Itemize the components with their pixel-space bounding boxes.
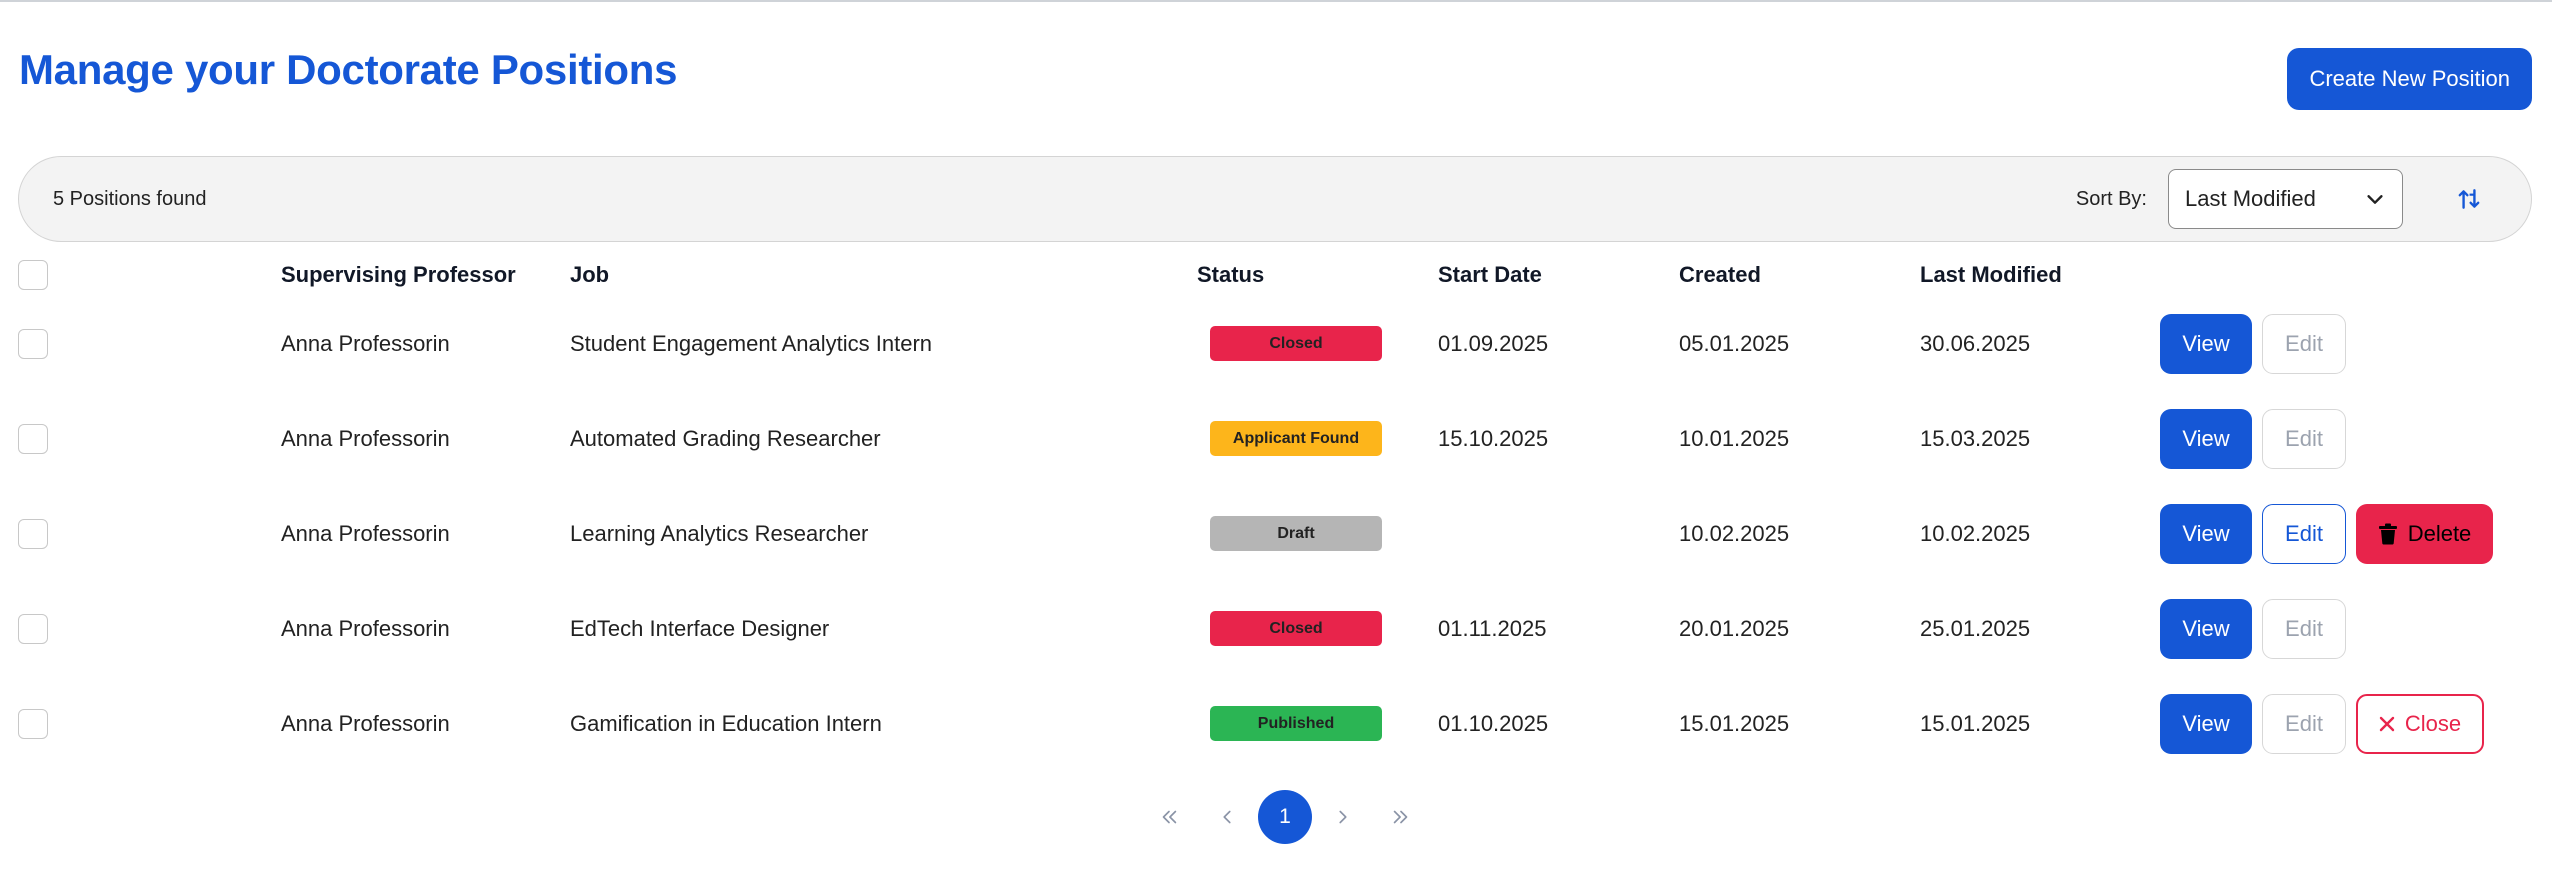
column-header-last-modified[interactable]: Last Modified (1920, 254, 2160, 296)
created-cell: 15.01.2025 (1679, 710, 1790, 736)
status-badge: Applicant Found (1210, 421, 1382, 456)
view-button[interactable]: View (2160, 598, 2252, 659)
column-header-professor[interactable]: Supervising Professor (281, 254, 570, 296)
sort-direction-icon[interactable] (2453, 183, 2485, 215)
view-button[interactable]: View (2160, 313, 2252, 374)
pagination: 1 (1140, 790, 1430, 844)
page-number-button[interactable]: 1 (1258, 790, 1312, 844)
row-checkbox[interactable] (18, 423, 48, 454)
job-cell: Student Engagement Analytics Intern (570, 330, 933, 356)
create-new-position-button[interactable]: Create New Position (2287, 48, 2532, 110)
delete-label: Delete (2407, 520, 2472, 546)
first-page-icon[interactable] (1140, 790, 1198, 844)
last-modified-cell: 10.02.2025 (1920, 520, 2031, 546)
created-cell: 10.01.2025 (1679, 425, 1790, 451)
start-date-cell: 01.10.2025 (1438, 710, 1549, 736)
positions-table: Supervising Professor Job Status Start D… (18, 254, 2520, 771)
view-button[interactable]: View (2160, 408, 2252, 469)
created-cell: 20.01.2025 (1679, 615, 1790, 641)
row-checkbox[interactable] (18, 708, 48, 739)
table-row: Anna Professorin EdTech Interface Design… (18, 581, 2520, 676)
table-row: Anna Professorin Gamification in Educati… (18, 676, 2520, 771)
view-button[interactable]: View (2160, 503, 2252, 564)
edit-button[interactable]: Edit (2262, 693, 2346, 754)
last-modified-cell: 30.06.2025 (1920, 330, 2031, 356)
table-row: Anna Professorin Automated Grading Resea… (18, 391, 2520, 486)
created-cell: 05.01.2025 (1679, 330, 1790, 356)
professor-cell: Anna Professorin (281, 330, 450, 356)
start-date-cell: 01.09.2025 (1438, 330, 1549, 356)
chevron-down-icon (2364, 188, 2386, 210)
status-badge: Closed (1210, 611, 1382, 646)
last-page-icon[interactable] (1372, 790, 1430, 844)
edit-button[interactable]: Edit (2262, 503, 2346, 564)
close-icon (2379, 716, 2395, 732)
start-date-cell (1438, 486, 1679, 581)
professor-cell: Anna Professorin (281, 425, 450, 451)
last-modified-cell: 15.03.2025 (1920, 425, 2031, 451)
start-date-cell: 01.11.2025 (1438, 615, 1547, 641)
last-modified-cell: 25.01.2025 (1920, 615, 2031, 641)
edit-button[interactable]: Edit (2262, 408, 2346, 469)
professor-cell: Anna Professorin (281, 615, 450, 641)
created-cell: 10.02.2025 (1679, 520, 1790, 546)
close-position-button[interactable]: Close (2356, 693, 2484, 754)
next-page-icon[interactable] (1314, 790, 1372, 844)
sort-by-label: Sort By: (2075, 188, 2147, 210)
view-button[interactable]: View (2160, 693, 2252, 754)
status-badge: Draft (1210, 516, 1382, 551)
column-header-actions (2160, 254, 2520, 296)
table-row: Anna Professorin Learning Analytics Rese… (18, 486, 2520, 581)
job-cell: EdTech Interface Designer (570, 615, 830, 641)
column-header-created[interactable]: Created (1679, 254, 1920, 296)
row-checkbox[interactable] (18, 518, 48, 549)
edit-button[interactable]: Edit (2262, 313, 2346, 374)
table-row: Anna Professorin Student Engagement Anal… (18, 296, 2520, 391)
job-cell: Gamification in Education Intern (570, 710, 882, 736)
trash-icon (2378, 523, 2398, 545)
job-cell: Automated Grading Researcher (570, 425, 881, 451)
job-cell: Learning Analytics Researcher (570, 520, 869, 546)
close-label: Close (2404, 710, 2462, 736)
row-checkbox[interactable] (18, 328, 48, 359)
professor-cell: Anna Professorin (281, 710, 450, 736)
last-modified-cell: 15.01.2025 (1920, 710, 2031, 736)
professor-cell: Anna Professorin (281, 520, 450, 546)
sort-by-select[interactable]: Last Modified (2168, 169, 2403, 229)
delete-button[interactable]: Delete (2356, 503, 2493, 564)
results-count: 5 Positions found (53, 188, 207, 210)
table-header-row: Supervising Professor Job Status Start D… (18, 254, 2520, 296)
status-badge: Closed (1210, 326, 1382, 361)
row-checkbox[interactable] (18, 613, 48, 644)
sort-by-value: Last Modified (2185, 186, 2316, 211)
status-badge: Published (1210, 706, 1382, 741)
results-toolbar: 5 Positions found Sort By: Last Modified (18, 156, 2532, 242)
start-date-cell: 15.10.2025 (1438, 425, 1549, 451)
column-header-job[interactable]: Job (570, 254, 1197, 296)
page-title: Manage your Doctorate Positions (19, 46, 678, 93)
column-header-start-date[interactable]: Start Date (1438, 254, 1679, 296)
column-header-status[interactable]: Status (1197, 254, 1438, 296)
previous-page-icon[interactable] (1198, 790, 1256, 844)
edit-button[interactable]: Edit (2262, 598, 2346, 659)
select-all-checkbox[interactable] (18, 260, 48, 290)
